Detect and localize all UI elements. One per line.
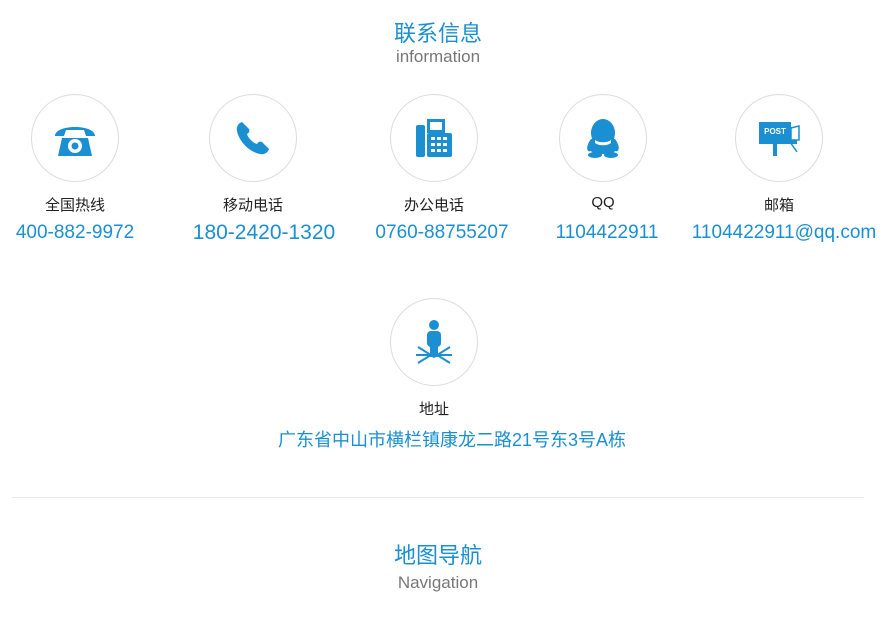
office-icon-circle bbox=[390, 94, 478, 182]
qq-penguin-icon bbox=[587, 119, 619, 158]
fax-machine-icon bbox=[416, 119, 452, 157]
office-value[interactable]: 0760-88755207 bbox=[375, 222, 508, 244]
office-label: 办公电话 bbox=[403, 197, 465, 214]
contact-section-subtitle: information bbox=[395, 47, 481, 66]
hotline-icon-circle bbox=[31, 94, 119, 182]
section-divider bbox=[12, 497, 864, 498]
email-label: 邮箱 bbox=[763, 197, 795, 214]
mobile-value[interactable]: 180-2420-1320 bbox=[193, 221, 335, 245]
mobile-icon-circle bbox=[209, 94, 297, 182]
qq-label: QQ bbox=[591, 194, 615, 211]
navigation-section-header: 地图导航 Navigation bbox=[0, 543, 876, 593]
location-person-icon bbox=[416, 320, 452, 364]
address-icon-circle bbox=[390, 298, 478, 386]
contact-section-header: 联系信息 information bbox=[0, 21, 876, 67]
post-mailbox-icon-text: POST bbox=[764, 127, 786, 136]
mobile-label: 移动电话 bbox=[222, 197, 284, 214]
email-value[interactable]: 1104422911@qq.com bbox=[692, 222, 876, 244]
hotline-value[interactable]: 400-882-9972 bbox=[16, 222, 134, 244]
qq-value[interactable]: 1104422911 bbox=[556, 222, 659, 244]
post-mailbox-icon: POST bbox=[759, 122, 800, 156]
email-icon-circle: POST bbox=[735, 94, 823, 182]
contact-section-title: 联系信息 bbox=[393, 21, 482, 46]
qq-icon-circle bbox=[559, 94, 647, 182]
address-value: 广东省中山市横栏镇康龙二路21号东3号A栋 bbox=[277, 430, 627, 450]
rotary-phone-icon bbox=[55, 127, 95, 156]
navigation-section-subtitle: Navigation bbox=[397, 573, 479, 592]
navigation-section-title: 地图导航 bbox=[393, 543, 482, 568]
address-label: 地址 bbox=[418, 401, 450, 418]
phone-handset-icon bbox=[236, 122, 269, 155]
hotline-label: 全国热线 bbox=[44, 197, 106, 214]
